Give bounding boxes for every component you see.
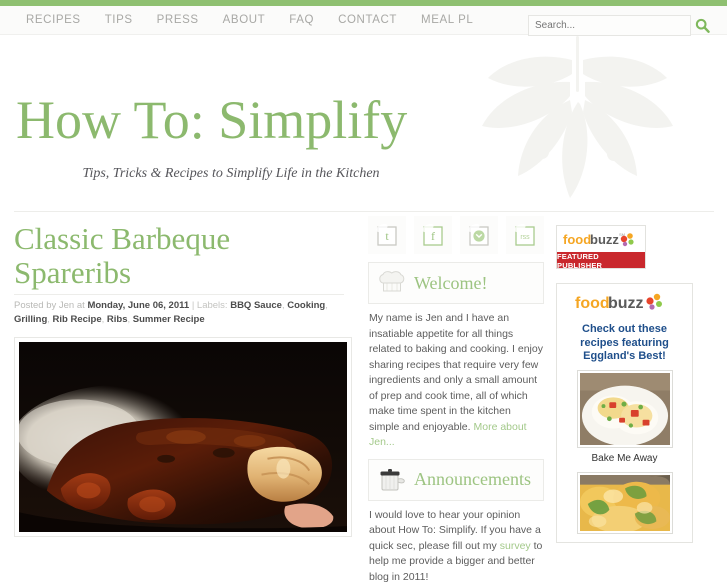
twitter-icon[interactable]: t bbox=[368, 216, 406, 254]
post-meta-at: at bbox=[77, 300, 85, 311]
middle-sidebar: t f rss bbox=[368, 216, 544, 585]
foodbuzz-ad-headline-line2: recipes featuring bbox=[563, 337, 686, 351]
stockpot-icon bbox=[377, 466, 407, 494]
post-label-ribs[interactable]: Ribs bbox=[107, 314, 128, 325]
social-links-row: t f rss bbox=[368, 216, 544, 254]
search-box bbox=[528, 14, 714, 36]
header-divider bbox=[14, 211, 714, 212]
svg-text:buzz: buzz bbox=[608, 295, 644, 312]
welcome-widget-body: My name is Jen and I have an insatiable … bbox=[368, 304, 544, 451]
svg-text:food: food bbox=[563, 232, 591, 247]
facebook-icon[interactable]: f bbox=[414, 216, 452, 254]
foodbuzz-badge-ribbon: FEATURED PUBLISHER bbox=[557, 252, 645, 269]
post-label-rib-recipe[interactable]: Rib Recipe bbox=[53, 314, 102, 325]
search-icon[interactable] bbox=[691, 15, 713, 36]
site-masthead: How To: Simplify Tips, Tricks & Recipes … bbox=[0, 36, 727, 214]
foodbuzz-badge-logo: food buzz SM bbox=[557, 226, 645, 252]
ad-thumbnail-1[interactable] bbox=[577, 370, 673, 448]
foodbuzz-ad-headline-line3: Eggland's Best! bbox=[563, 350, 686, 364]
survey-link[interactable]: survey bbox=[500, 540, 531, 552]
email-icon[interactable] bbox=[460, 216, 498, 254]
post-meta-separator: | bbox=[192, 300, 194, 311]
post-image bbox=[19, 342, 347, 532]
nav-item-tips[interactable]: TIPS bbox=[93, 6, 145, 35]
main-content-column: Classic Barbeque Spareribs Posted by Jen… bbox=[14, 222, 354, 552]
nav-item-contact[interactable]: CONTACT bbox=[326, 6, 409, 35]
search-input[interactable] bbox=[528, 15, 691, 36]
svg-text:buzz: buzz bbox=[590, 232, 619, 247]
post-label-bbq-sauce[interactable]: BBQ Sauce bbox=[230, 300, 282, 311]
leaf-branch-watermark-icon bbox=[430, 36, 727, 214]
right-sidebar: food buzz SM FEATURED PUBLISHER food buz… bbox=[556, 225, 714, 543]
post-meta: Posted by Jen at Monday, June 06, 2011 |… bbox=[14, 294, 344, 327]
foodbuzz-logo-icon: food buzz SM bbox=[561, 229, 641, 249]
foodbuzz-advertisement[interactable]: food buzz Check out these recipes featur… bbox=[556, 283, 693, 543]
nav-menu: RECIPES TIPS PRESS ABOUT FAQ CONTACT MEA… bbox=[14, 6, 485, 35]
nav-item-press[interactable]: PRESS bbox=[145, 6, 211, 35]
foodbuzz-ad-headline-line1: Check out these bbox=[563, 323, 686, 337]
site-title[interactable]: How To: Simplify bbox=[16, 93, 407, 147]
post-label-cooking[interactable]: Cooking bbox=[287, 300, 325, 311]
rss-icon[interactable]: rss bbox=[506, 216, 544, 254]
post-label-grilling[interactable]: Grilling bbox=[14, 314, 47, 325]
baked-casserole-image bbox=[580, 475, 670, 531]
site-tagline: Tips, Tricks & Recipes to Simplify Life … bbox=[16, 164, 446, 184]
post-label-summer-recipe[interactable]: Summer Recipe bbox=[133, 314, 205, 325]
announcements-widget-body: I would love to hear your opinion about … bbox=[368, 501, 544, 585]
post-image-frame bbox=[14, 337, 352, 537]
chef-hat-icon bbox=[377, 270, 407, 296]
post-meta-posted-by: Posted by bbox=[14, 300, 56, 311]
primary-navigation-bar: RECIPES TIPS PRESS ABOUT FAQ CONTACT MEA… bbox=[0, 6, 727, 35]
post-meta-labels-prefix: Labels: bbox=[197, 300, 228, 311]
post-meta-author[interactable]: Jen bbox=[59, 300, 74, 311]
svg-text:food: food bbox=[575, 295, 610, 312]
svg-text:rss: rss bbox=[520, 234, 530, 241]
ad-caption-1: Bake Me Away bbox=[563, 453, 686, 464]
foodbuzz-logo-icon: food buzz bbox=[573, 291, 677, 313]
ad-thumbnail-2[interactable] bbox=[577, 472, 673, 534]
foodbuzz-ad-logo: food buzz bbox=[563, 291, 686, 318]
welcome-text: My name is Jen and I have an insatiable … bbox=[369, 312, 543, 433]
foodbuzz-featured-publisher-badge[interactable]: food buzz SM FEATURED PUBLISHER bbox=[556, 225, 646, 269]
nav-item-recipes[interactable]: RECIPES bbox=[14, 6, 93, 35]
announcements-widget-title: Announcements bbox=[414, 469, 531, 490]
post-meta-date: Monday, June 06, 2011 bbox=[87, 300, 189, 311]
welcome-widget-title: Welcome! bbox=[414, 273, 488, 294]
svg-text:f: f bbox=[431, 229, 435, 243]
foodbuzz-ad-headline: Check out these recipes featuring Egglan… bbox=[563, 323, 686, 364]
nav-item-faq[interactable]: FAQ bbox=[277, 6, 326, 35]
announcements-widget-header: Announcements bbox=[368, 459, 544, 501]
nav-item-about[interactable]: ABOUT bbox=[211, 6, 278, 35]
nav-item-meal-pl[interactable]: MEAL PL bbox=[409, 6, 485, 35]
post-title[interactable]: Classic Barbeque Spareribs bbox=[14, 222, 354, 290]
welcome-widget-header: Welcome! bbox=[368, 262, 544, 304]
egg-scramble-image bbox=[580, 373, 670, 445]
